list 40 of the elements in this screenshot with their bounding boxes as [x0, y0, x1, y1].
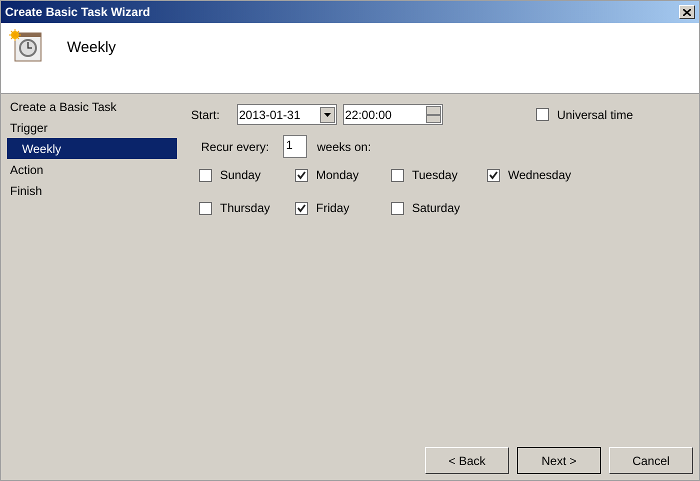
recur-input[interactable]: 1 — [283, 135, 307, 158]
page-title: Weekly — [67, 38, 116, 58]
universal-time-label: Universal time — [556, 106, 633, 124]
checkbox[interactable] — [199, 168, 212, 182]
wizard-step[interactable]: Action — [1, 159, 183, 180]
day-label: Wednesday — [508, 167, 572, 184]
checkbox[interactable] — [295, 168, 308, 182]
date-picker[interactable]: 2013-01-31 — [237, 104, 337, 125]
day-label: Sunday — [220, 167, 261, 184]
date-value: 2013-01-31 — [239, 106, 300, 124]
dropdown-button[interactable] — [320, 106, 335, 122]
checkbox[interactable] — [295, 202, 308, 214]
wizard-button[interactable]: Cancel — [609, 447, 693, 474]
calendar-clock-icon — [9, 29, 43, 63]
start-label: Start: — [191, 106, 221, 124]
time-value: 22:00:00 — [345, 106, 392, 124]
day-label: Monday — [316, 167, 359, 184]
recur-label: Recur every: — [201, 138, 270, 156]
close-button[interactable] — [679, 5, 695, 19]
day-label: Thursday — [220, 200, 270, 217]
wizard-step[interactable]: Weekly — [7, 138, 177, 159]
wizard-step[interactable]: Finish — [1, 180, 183, 201]
checkbox[interactable] — [536, 108, 549, 121]
wizard-button[interactable]: < Back — [425, 447, 509, 474]
wizard-step[interactable]: Trigger — [1, 117, 183, 138]
day-label: Saturday — [412, 200, 460, 217]
day-label: Tuesday — [412, 167, 458, 184]
close-icon — [683, 8, 691, 16]
checkbox[interactable] — [391, 168, 404, 182]
weeks-on-label: weeks on: — [317, 138, 372, 156]
checkbox[interactable] — [487, 168, 500, 182]
spin-buttons[interactable] — [426, 106, 441, 123]
wizard-step[interactable]: Create a Basic Task — [1, 96, 183, 117]
checkbox[interactable] — [199, 202, 212, 214]
day-label: Friday — [316, 200, 350, 217]
checkbox[interactable] — [391, 202, 404, 214]
time-field[interactable]: 22:00:00 — [343, 104, 443, 125]
caret-icon — [324, 112, 331, 116]
wizard-button[interactable]: Next > — [517, 447, 601, 474]
window-title: Create Basic Task Wizard — [5, 4, 150, 21]
